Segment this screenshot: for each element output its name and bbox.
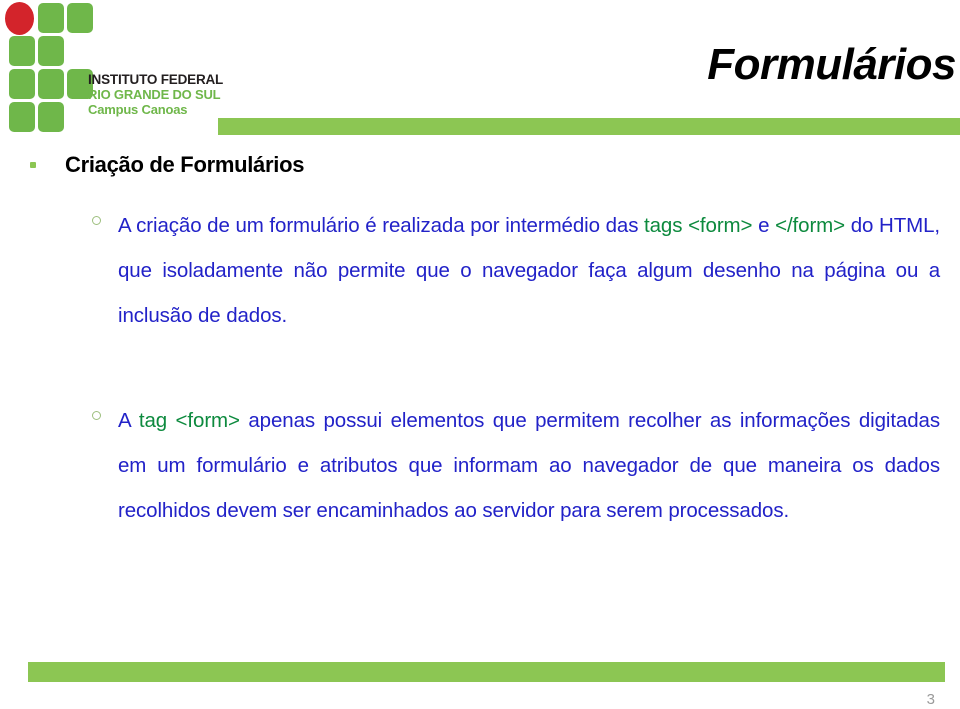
p1-seg-code-form-open: <form> bbox=[688, 214, 753, 237]
p2-seg-plain-a: A bbox=[118, 409, 139, 432]
section-heading: Criação de Formulários bbox=[30, 152, 730, 178]
bullet-item-2-text: A tag <form> apenas possui elementos que… bbox=[118, 398, 940, 533]
slide-body: Criação de Formulários A criação de um f… bbox=[0, 140, 960, 640]
logo-red-dot-icon bbox=[5, 2, 34, 35]
p2-seg-plain-b: apenas possui elementos que permitem rec… bbox=[118, 409, 940, 522]
logo-cell-r4c1 bbox=[9, 102, 35, 132]
bullet-circle-icon bbox=[92, 411, 101, 420]
logo-cell-r2c2 bbox=[38, 36, 64, 66]
p2-seg-code-tag-form: tag <form> bbox=[138, 409, 240, 432]
footer-divider-bar bbox=[28, 662, 945, 682]
p1-seg-code-form-close: </form> bbox=[775, 214, 846, 237]
p1-seg-keyword-tags: tags bbox=[644, 214, 689, 237]
bullet-item-1-text: A criação de um formulário é realizada p… bbox=[118, 203, 940, 338]
logo-wordmark: INSTITUTO FEDERAL RIO GRANDE DO SUL Camp… bbox=[88, 72, 228, 117]
logo-cell-r1c2 bbox=[38, 3, 64, 33]
logo-institute-name: INSTITUTO FEDERAL bbox=[88, 72, 224, 87]
logo-cell-r3c2 bbox=[38, 69, 64, 99]
logo-cell-r2c1 bbox=[9, 36, 35, 66]
header-divider-bar bbox=[218, 118, 960, 135]
bullet-circle-icon bbox=[92, 216, 101, 225]
slide-header: INSTITUTO FEDERAL RIO GRANDE DO SUL Camp… bbox=[0, 0, 960, 140]
bullet-item-1: A criação de um formulário é realizada p… bbox=[92, 203, 940, 338]
page-title: Formulários bbox=[707, 40, 956, 89]
page-number: 3 bbox=[926, 691, 935, 708]
logo-cell-r3c1 bbox=[9, 69, 35, 99]
bullet-square-icon bbox=[30, 162, 36, 168]
logo-cell-r4c2 bbox=[38, 102, 64, 132]
logo-state-name: RIO GRANDE DO SUL bbox=[88, 87, 221, 102]
p1-seg-plain-e: e bbox=[752, 214, 776, 237]
p1-seg-plain-a: A criação de um formulário é realizada p… bbox=[118, 214, 645, 237]
section-heading-label: Criação de Formulários bbox=[65, 152, 305, 177]
bullet-item-2: A tag <form> apenas possui elementos que… bbox=[92, 398, 940, 533]
slide-footer: 3 bbox=[0, 640, 960, 709]
ifrs-logo-icon bbox=[5, 2, 95, 134]
logo-campus-name: Campus Canoas bbox=[88, 102, 188, 117]
logo-cell-r1c3 bbox=[67, 3, 93, 33]
